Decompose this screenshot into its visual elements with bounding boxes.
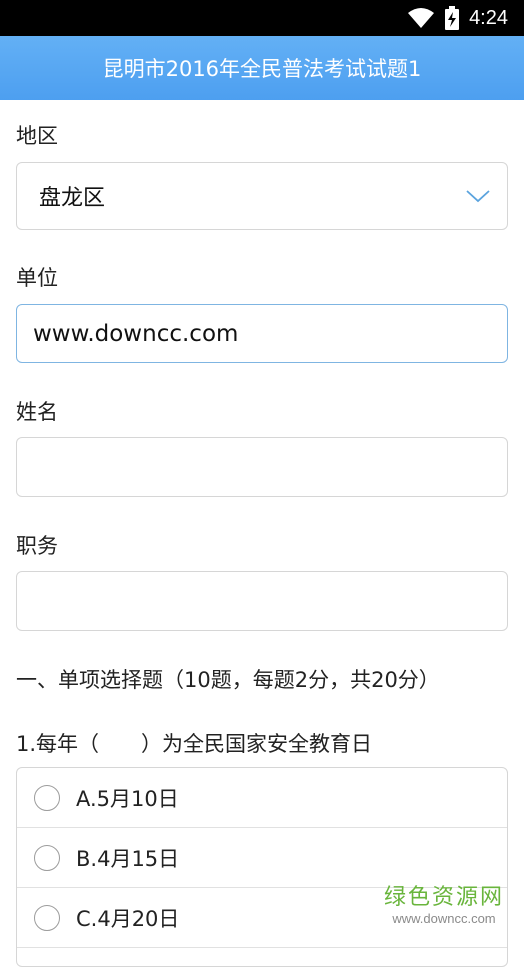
unit-input-value: www.downcc.com	[33, 320, 239, 347]
unit-label: 单位	[16, 266, 58, 290]
status-bar: 4:24	[0, 0, 524, 36]
region-select-value: 盘龙区	[39, 186, 106, 211]
option-b-label: B.4月15日	[76, 846, 180, 871]
options-list: A.5月10日 B.4月15日 C.4月20日	[16, 767, 508, 967]
option-c-label: C.4月20日	[76, 906, 180, 931]
status-time: 4:24	[469, 6, 508, 29]
battery-charging-icon	[445, 6, 460, 30]
chevron-down-icon	[466, 190, 490, 203]
page-title: 昆明市2016年全民普法考试试题1	[102, 57, 422, 81]
unit-input[interactable]: www.downcc.com	[16, 304, 508, 363]
region-label: 地区	[16, 124, 58, 148]
name-label: 姓名	[16, 400, 58, 424]
watermark: 绿色资源网 www.downcc.com	[384, 879, 504, 926]
wifi-icon	[408, 8, 435, 28]
radio-button-b[interactable]	[34, 844, 60, 871]
watermark-sub: www.downcc.com	[392, 911, 496, 926]
name-input[interactable]	[16, 437, 508, 497]
page-title-bar: 昆明市2016年全民普法考试试题1	[0, 36, 524, 100]
option-a[interactable]: A.5月10日	[17, 768, 507, 828]
radio-button-a[interactable]	[34, 784, 60, 811]
region-select[interactable]: 盘龙区	[16, 162, 508, 230]
position-label: 职务	[16, 534, 58, 558]
position-input[interactable]	[16, 571, 508, 631]
question-text: 1.每年（ ）为全民国家安全教育日	[16, 732, 373, 756]
watermark-main: 绿色资源网	[383, 885, 504, 910]
section-title: 一、单项选择题（10题，每题2分，共20分）	[16, 668, 440, 692]
radio-button-c[interactable]	[34, 904, 60, 931]
option-a-label: A.5月10日	[76, 786, 179, 811]
